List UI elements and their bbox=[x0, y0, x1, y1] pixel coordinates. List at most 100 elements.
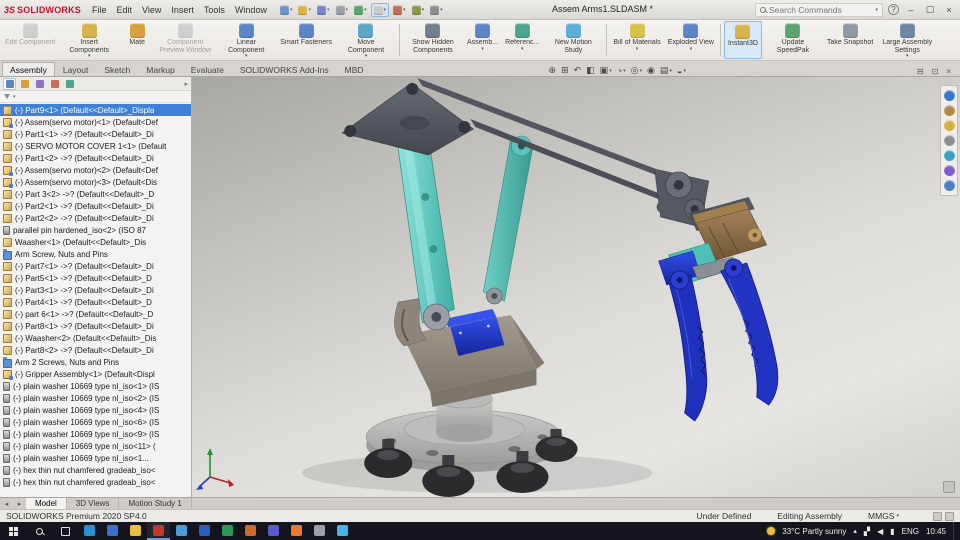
forum-icon[interactable] bbox=[944, 180, 955, 191]
view-palette-icon[interactable] bbox=[944, 135, 955, 146]
tab-scroll-right-icon[interactable]: ▸ bbox=[13, 498, 26, 509]
show-desktop-button[interactable] bbox=[953, 522, 956, 540]
view-orientation-icon[interactable]: ▣ ▾ bbox=[598, 65, 614, 76]
ribbon-tab[interactable]: SOLIDWORKS Add-Ins bbox=[232, 62, 337, 76]
appearances-icon[interactable] bbox=[944, 150, 955, 161]
tree-item[interactable]: (-) Part 3<2> ->? (Default<<Default>_D bbox=[0, 188, 191, 200]
model-tab[interactable]: Model bbox=[26, 498, 67, 509]
linear-component-pattern-button[interactable]: Linear Component Pattern ▾ bbox=[216, 21, 276, 59]
taskbar-app-icon[interactable] bbox=[124, 522, 147, 540]
section-view-icon[interactable]: ◧ ▾ bbox=[584, 65, 597, 76]
minimize-button[interactable]: – bbox=[904, 5, 918, 15]
tree-item[interactable]: (-) plain washer 10669 type nl_iso<1> (I… bbox=[0, 380, 191, 392]
chevron-down-icon[interactable]: ▾ bbox=[13, 94, 16, 100]
clock[interactable]: 10:45 bbox=[926, 527, 946, 536]
taskbar-app-icon[interactable] bbox=[262, 522, 285, 540]
task-view-button[interactable] bbox=[52, 522, 78, 540]
tree-item[interactable]: (-) Part8<1> ->? (Default<<Default>_Di bbox=[0, 320, 191, 332]
tree-item[interactable]: (-) plain washer 10669 type nl_iso<1... bbox=[0, 452, 191, 464]
tree-item[interactable]: (-) hex thin nut chamfered gradeab_iso< bbox=[0, 476, 191, 488]
tree-item[interactable]: (-) Assem(servo motor)<1> (Default<Def bbox=[0, 116, 191, 128]
tree-item[interactable]: Waasher<1> (Default<<Default>_Dis bbox=[0, 236, 191, 248]
viewport-corner-icon[interactable] bbox=[943, 481, 955, 493]
tree-item[interactable]: (-) plain washer 10669 type nl_iso<2> (I… bbox=[0, 392, 191, 404]
tree-item[interactable]: (-) plain washer 10669 type nl_iso<9> (I… bbox=[0, 428, 191, 440]
search-input[interactable]: Search Commands ▾ bbox=[755, 3, 883, 17]
separator[interactable]: ▾ bbox=[720, 24, 721, 56]
update-speedpak-button[interactable]: Update SpeedPak Subassemblies ▾ bbox=[763, 21, 823, 59]
taskbar-app-icon[interactable] bbox=[308, 522, 331, 540]
tree-item[interactable]: (-) Part2<1> ->? (Default<<Default>_Di bbox=[0, 200, 191, 212]
menu-item[interactable]: Tools bbox=[199, 3, 230, 17]
solidworks-resources-icon[interactable] bbox=[944, 90, 955, 101]
large-assembly-settings-button[interactable]: Large Assembly Settings ▾ bbox=[877, 21, 937, 59]
tree-item[interactable]: (-) Assem(servo motor)<3> (Default<Dis bbox=[0, 176, 191, 188]
insert-components-button[interactable]: Insert Components ▾ bbox=[59, 21, 119, 59]
design-library-icon[interactable] bbox=[944, 105, 955, 116]
new-file-button[interactable]: ▾ bbox=[278, 4, 295, 16]
status-tab-icon[interactable] bbox=[945, 512, 954, 521]
smart-fasteners-button[interactable]: Smart Fasteners ▾ bbox=[277, 21, 335, 59]
menu-item[interactable]: File bbox=[87, 3, 112, 17]
status-tab-icon[interactable] bbox=[933, 512, 942, 521]
network-icon[interactable]: ▞ bbox=[864, 527, 870, 536]
take-snapshot-button[interactable]: Take Snapshot ▾ bbox=[824, 21, 876, 59]
ribbon-tab[interactable]: Evaluate bbox=[183, 62, 232, 76]
taskbar-app-icon[interactable] bbox=[239, 522, 262, 540]
custom-properties-icon[interactable] bbox=[944, 165, 955, 176]
tree-item[interactable]: (-) hex thin nut chamfered gradeab_iso< bbox=[0, 464, 191, 476]
tree-item[interactable]: (-) Part3<1> ->? (Default<<Default>_Di bbox=[0, 284, 191, 296]
start-button[interactable] bbox=[0, 522, 26, 540]
tree-item[interactable]: Arm 2 Screws, Nuts and Pins bbox=[0, 356, 191, 368]
ribbon-tab[interactable]: Assembly bbox=[2, 62, 55, 76]
tree-item[interactable]: Arm Screw, Nuts and Pins bbox=[0, 248, 191, 260]
language-indicator[interactable]: ENG bbox=[902, 527, 919, 536]
apply-scene-icon[interactable]: ▤ ▾ bbox=[658, 65, 674, 76]
maximize-button[interactable]: ▢ bbox=[923, 4, 937, 15]
tree-item[interactable]: (-) plain washer 10669 type nl_iso<6> (I… bbox=[0, 416, 191, 428]
help-button[interactable]: ? bbox=[888, 4, 899, 15]
tree-item[interactable]: (-) Part5<1> ->? (Default<<Default>_D bbox=[0, 272, 191, 284]
doc-restore-button[interactable]: ⊡ bbox=[929, 67, 942, 76]
dimxpertmanager-tab[interactable] bbox=[48, 78, 61, 90]
model-tab[interactable]: 3D Views bbox=[67, 498, 120, 509]
taskbar-app-icon[interactable] bbox=[170, 522, 193, 540]
doc-minimize-button[interactable]: ⊟ bbox=[914, 67, 927, 76]
tree-item[interactable]: (-) Part2<2> ->? (Default<<Default>_Di bbox=[0, 212, 191, 224]
tree-item[interactable]: (-) Part1<2> ->? (Default<<Default>_Di bbox=[0, 152, 191, 164]
separator[interactable]: ▾ bbox=[399, 24, 400, 56]
taskbar-app-icon[interactable] bbox=[78, 522, 101, 540]
taskbar-search-button[interactable] bbox=[26, 522, 52, 540]
weather-label[interactable]: 33°C Partly sunny bbox=[782, 527, 846, 536]
save-button[interactable]: ▾ bbox=[315, 4, 332, 16]
tree-item[interactable]: (-) plain washer 10669 type nl_iso<4> (I… bbox=[0, 404, 191, 416]
tree-item[interactable]: (-) Part4<1> ->? (Default<<Default>_D bbox=[0, 296, 191, 308]
taskbar-app-icon[interactable] bbox=[285, 522, 308, 540]
separator[interactable]: ▾ bbox=[606, 24, 607, 56]
taskbar-app-icon[interactable] bbox=[101, 522, 124, 540]
options-button[interactable]: ▾ bbox=[428, 4, 445, 16]
tree-item[interactable]: (-) Part7<1> ->? (Default<<Default>_Di bbox=[0, 260, 191, 272]
ribbon-tab[interactable]: Layout bbox=[55, 62, 97, 76]
configurationmanager-tab[interactable] bbox=[33, 78, 46, 90]
component-preview-window-button[interactable]: Component Preview Window ▾ bbox=[155, 21, 215, 59]
tree-item[interactable]: (-) part 6<1> ->? (Default<<Default>_D bbox=[0, 308, 191, 320]
assembly-3d-view[interactable] bbox=[192, 77, 960, 497]
instant3d-button[interactable]: Instant3D ▾ bbox=[724, 21, 762, 59]
tree-item[interactable]: (-) Part1<1> ->? (Default<<Default>_Di bbox=[0, 128, 191, 140]
menu-item[interactable]: View bbox=[137, 3, 166, 17]
menu-item[interactable]: Edit bbox=[112, 3, 138, 17]
print-button[interactable]: ▾ bbox=[334, 4, 351, 16]
undo-button[interactable]: ▾ bbox=[352, 4, 369, 16]
assembly-features-button[interactable]: Assemb... ▾ bbox=[464, 21, 501, 59]
tray-chevron-up-icon[interactable]: ▴ bbox=[853, 527, 857, 535]
mate-button[interactable]: Mate ▾ bbox=[120, 21, 154, 59]
show-hidden-components-button[interactable]: Show Hidden Components ▾ bbox=[403, 21, 463, 59]
battery-icon[interactable]: ▮ bbox=[890, 527, 894, 536]
taskbar-app-icon[interactable] bbox=[216, 522, 239, 540]
ribbon-tab[interactable]: Markup bbox=[138, 62, 182, 76]
units-selector[interactable]: MMGS ▾ bbox=[868, 511, 899, 521]
tree-item[interactable]: (-) Part9<1> (Default<<Default>_Displa bbox=[0, 104, 191, 116]
tree-item[interactable]: (-) plain washer 10669 type nl_iso<11> ( bbox=[0, 440, 191, 452]
model-tab[interactable]: Motion Study 1 bbox=[119, 498, 191, 509]
